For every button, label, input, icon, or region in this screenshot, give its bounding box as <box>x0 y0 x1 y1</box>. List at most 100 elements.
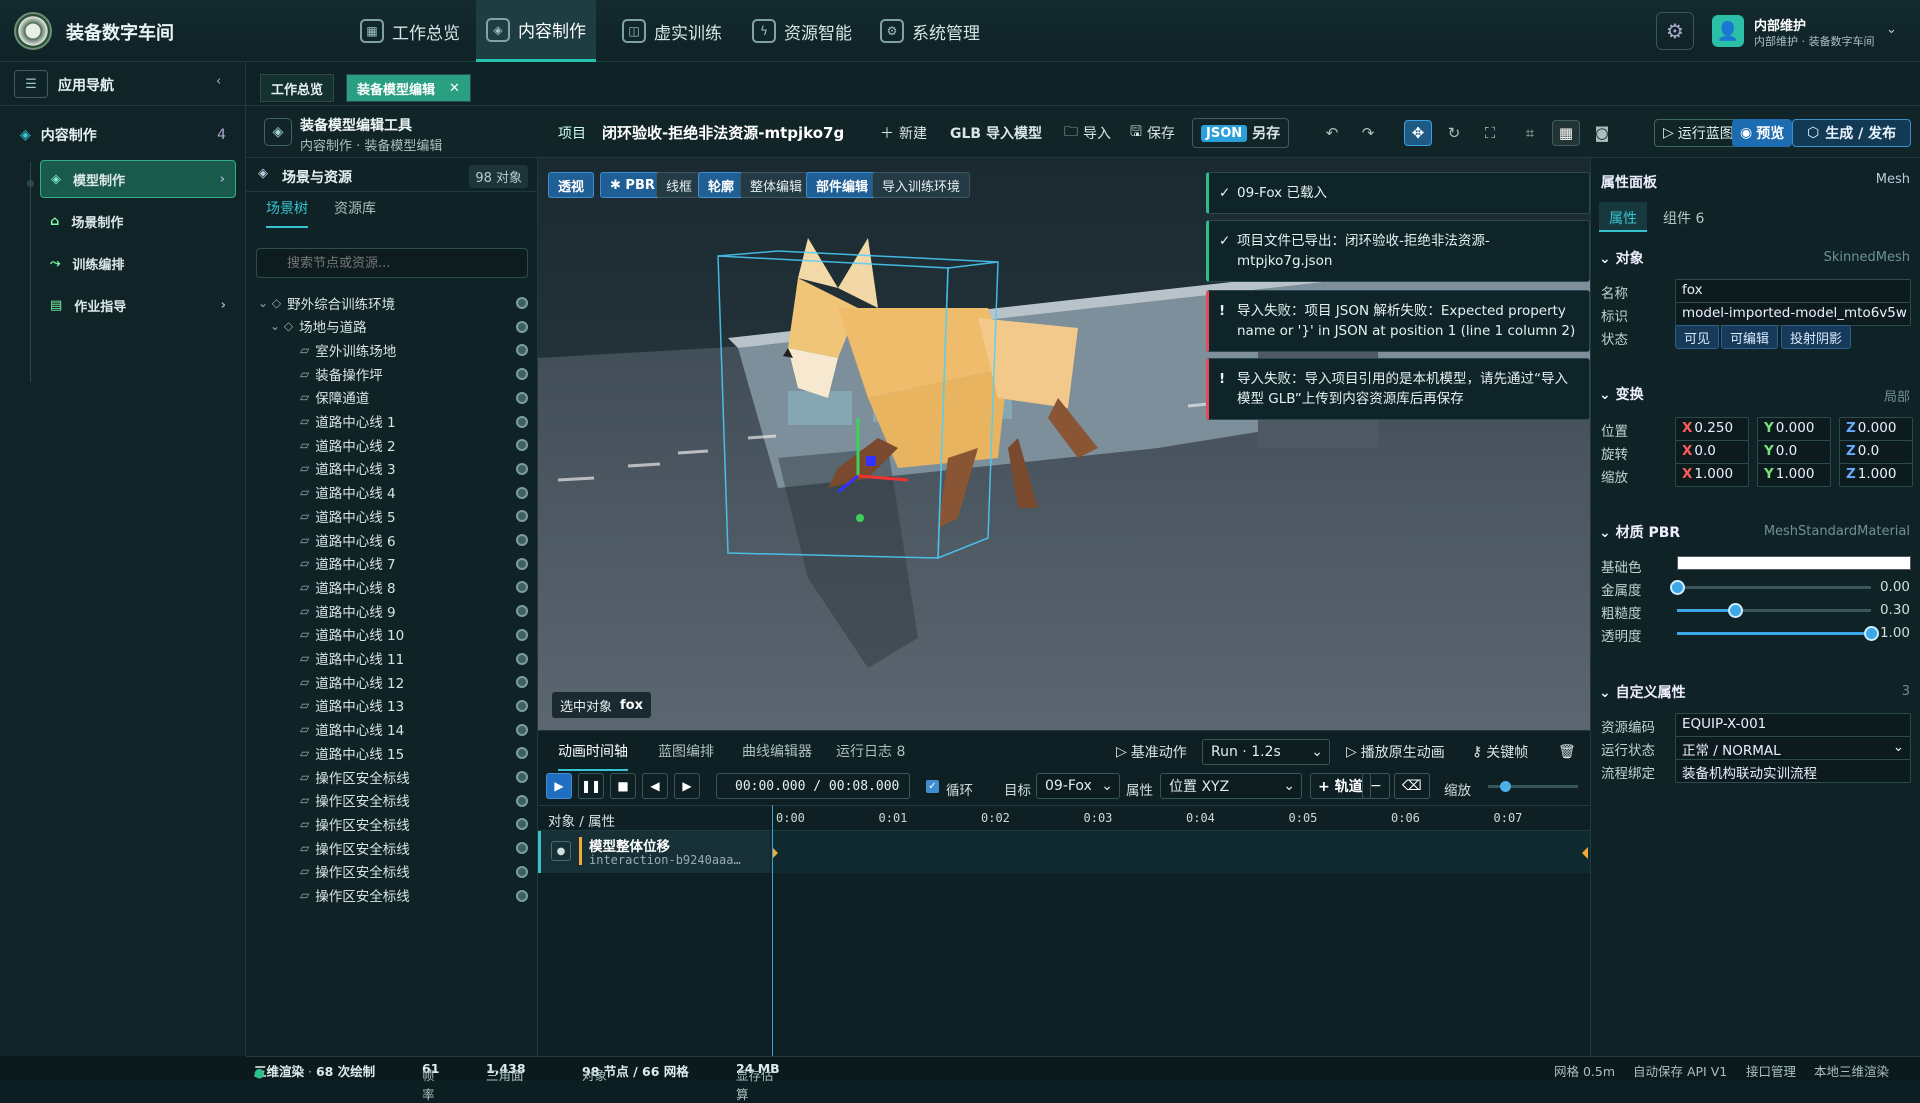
slider-knob[interactable] <box>1670 580 1685 595</box>
tab-animation[interactable]: 动画时间轴 <box>558 741 628 771</box>
play-button[interactable]: ▶ <box>546 773 572 799</box>
base-color-swatch[interactable] <box>1677 556 1911 570</box>
clip-select[interactable]: Run · 1.2s ⌄ <box>1202 739 1330 765</box>
flow-field[interactable]: 装备机构联动实训流程 <box>1675 759 1911 783</box>
editable-toggle[interactable]: 可编辑 <box>1721 325 1779 349</box>
eye-icon[interactable] <box>516 510 528 523</box>
eye-icon[interactable] <box>516 723 528 736</box>
tab-model-editor[interactable]: 装备模型编辑 ✕ <box>346 74 471 102</box>
nav-system[interactable]: ⚙ 系统管理 <box>870 0 990 62</box>
tab-overview[interactable]: 工作总览 <box>260 74 335 102</box>
name-field[interactable]: fox <box>1675 279 1911 303</box>
scale-y-field[interactable]: Y 1.000 <box>1757 463 1831 487</box>
eye-icon[interactable] <box>516 699 528 712</box>
camera-icon[interactable]: ◙ <box>1588 120 1616 146</box>
rotation-x-field[interactable]: X 0.0 <box>1675 440 1749 464</box>
eye-icon[interactable] <box>516 794 528 807</box>
run-blueprint-button[interactable]: ▷ 运行蓝图 <box>1654 119 1743 147</box>
settings-button[interactable]: ⚙ <box>1656 12 1694 50</box>
eye-icon[interactable] <box>516 486 528 499</box>
position-y-field[interactable]: Y 0.000 <box>1757 417 1831 441</box>
nav-overview[interactable]: ▦ 工作总览 <box>350 0 470 62</box>
preview-button[interactable]: ◉ 预览 <box>1732 119 1793 147</box>
nav-training[interactable]: ◫ 虚实训练 <box>612 0 732 62</box>
trash-icon[interactable]: 🗑 <box>1558 739 1576 765</box>
eye-icon[interactable] <box>516 297 528 309</box>
step-back-button[interactable]: ◀ <box>642 773 668 799</box>
publish-button[interactable]: ⬡ 生成 / 发布 <box>1792 119 1912 147</box>
code-field[interactable]: EQUIP-X-001 <box>1675 713 1911 737</box>
rotation-y-field[interactable]: Y 0.0 <box>1757 440 1831 464</box>
search-input[interactable] <box>256 248 528 278</box>
nav-content[interactable]: ◈ 内容制作 <box>476 0 596 62</box>
chevron-left-icon[interactable]: ‹ <box>216 74 221 89</box>
track-visibility-icon[interactable]: ● <box>551 841 571 861</box>
rotation-z-field[interactable]: Z 0.0 <box>1839 440 1913 464</box>
nav-resource-ai[interactable]: ϟ 资源智能 <box>742 0 862 62</box>
slider-knob[interactable] <box>1728 603 1744 618</box>
eye-icon[interactable] <box>516 581 528 594</box>
eye-icon[interactable] <box>516 652 528 665</box>
sidebar-item-scene[interactable]: ⌂ 场景制作 <box>40 202 236 240</box>
tab-scene-tree[interactable]: 场景树 <box>266 198 308 228</box>
close-icon[interactable]: ✕ <box>449 81 460 96</box>
pause-button[interactable]: ❚❚ <box>578 773 604 799</box>
viewport-chip[interactable]: 部件编辑 <box>806 172 879 198</box>
eye-icon[interactable] <box>516 415 528 428</box>
focus-icon[interactable]: ⌗ <box>1516 120 1544 146</box>
tab-components[interactable]: 组件 6 <box>1653 202 1714 232</box>
eye-icon[interactable] <box>516 842 528 855</box>
eye-icon[interactable] <box>516 818 528 831</box>
track-lane[interactable] <box>770 831 1590 873</box>
viewport-chip[interactable]: 线框 <box>656 172 703 198</box>
import-glb-button[interactable]: GLB 导入模型 <box>950 120 1042 146</box>
loop-checkbox[interactable]: ✓ <box>926 780 939 793</box>
eye-icon[interactable] <box>516 676 528 689</box>
clear-icon[interactable]: ⌫ <box>1394 773 1430 799</box>
eye-icon[interactable] <box>516 391 528 404</box>
remove-track-button[interactable]: − <box>1362 773 1390 799</box>
menu-icon[interactable]: ☰ <box>14 70 48 98</box>
viewport-chip[interactable]: 透视 <box>548 172 595 198</box>
visible-toggle[interactable]: 可见 <box>1675 325 1720 349</box>
section-object[interactable]: ⌄ 对象 <box>1599 248 1644 268</box>
run-state-select[interactable]: 正常 / NORMAL ⌄ <box>1675 736 1911 760</box>
rotate-tool-icon[interactable]: ↻ <box>1440 120 1468 146</box>
id-field[interactable]: model-imported-model_mto6v5w <box>1675 302 1911 326</box>
sidebar-item-guide[interactable]: ▤ 作业指导 › <box>40 286 236 324</box>
eye-icon[interactable] <box>516 344 528 357</box>
eye-icon[interactable] <box>516 320 528 333</box>
position-z-field[interactable]: Z 0.000 <box>1839 417 1913 441</box>
eye-icon[interactable] <box>516 628 528 641</box>
avatar[interactable]: 👤 <box>1712 15 1744 47</box>
slider-knob[interactable] <box>1864 626 1879 641</box>
error-toast[interactable]: ! 导入失败：项目 JSON 解析失败：Expected property nam… <box>1206 290 1590 352</box>
keyframe-marker[interactable] <box>1582 847 1588 859</box>
eye-icon[interactable] <box>516 439 528 452</box>
move-tool-icon[interactable]: ✥ <box>1404 120 1432 146</box>
import-button[interactable]: 🗀 导入 <box>1064 120 1111 146</box>
eye-icon[interactable] <box>516 865 528 878</box>
eye-icon[interactable] <box>516 557 528 570</box>
metalness-slider[interactable] <box>1670 580 1871 595</box>
scale-tool-icon[interactable]: ⛶ <box>1476 120 1504 146</box>
roughness-slider[interactable] <box>1677 603 1871 618</box>
api-link[interactable]: 接口管理 <box>1746 1061 1796 1080</box>
eye-icon[interactable] <box>516 534 528 546</box>
viewport-chip[interactable]: 整体编辑 <box>740 172 813 198</box>
tab-run-log[interactable]: 运行日志 8 <box>836 741 905 761</box>
tab-resource-library[interactable]: 资源库 <box>334 198 376 218</box>
eye-icon[interactable] <box>516 771 528 783</box>
stop-button[interactable]: ■ <box>610 773 636 799</box>
cast-shadow-toggle[interactable]: 投射阴影 <box>1781 325 1852 349</box>
target-select[interactable]: 09-Fox ⌄ <box>1036 773 1120 799</box>
chevron-down-icon[interactable]: ⌄ <box>1886 22 1897 37</box>
step-forward-button[interactable]: ▶ <box>674 773 700 799</box>
eye-icon[interactable] <box>516 889 528 902</box>
eye-icon[interactable] <box>516 747 528 760</box>
viewport-chip[interactable]: 轮廓 <box>698 172 745 198</box>
track-row[interactable]: ● 模型整体位移 interaction-b9240aaa… <box>538 831 770 873</box>
success-toast[interactable]: ✓ 项目文件已导出：闭环验收-拒绝非法资源-mtpjko7g.json <box>1206 220 1590 282</box>
section-material[interactable]: ⌄ 材质 PBR <box>1599 522 1680 542</box>
undo-icon[interactable]: ↶ <box>1318 120 1346 146</box>
